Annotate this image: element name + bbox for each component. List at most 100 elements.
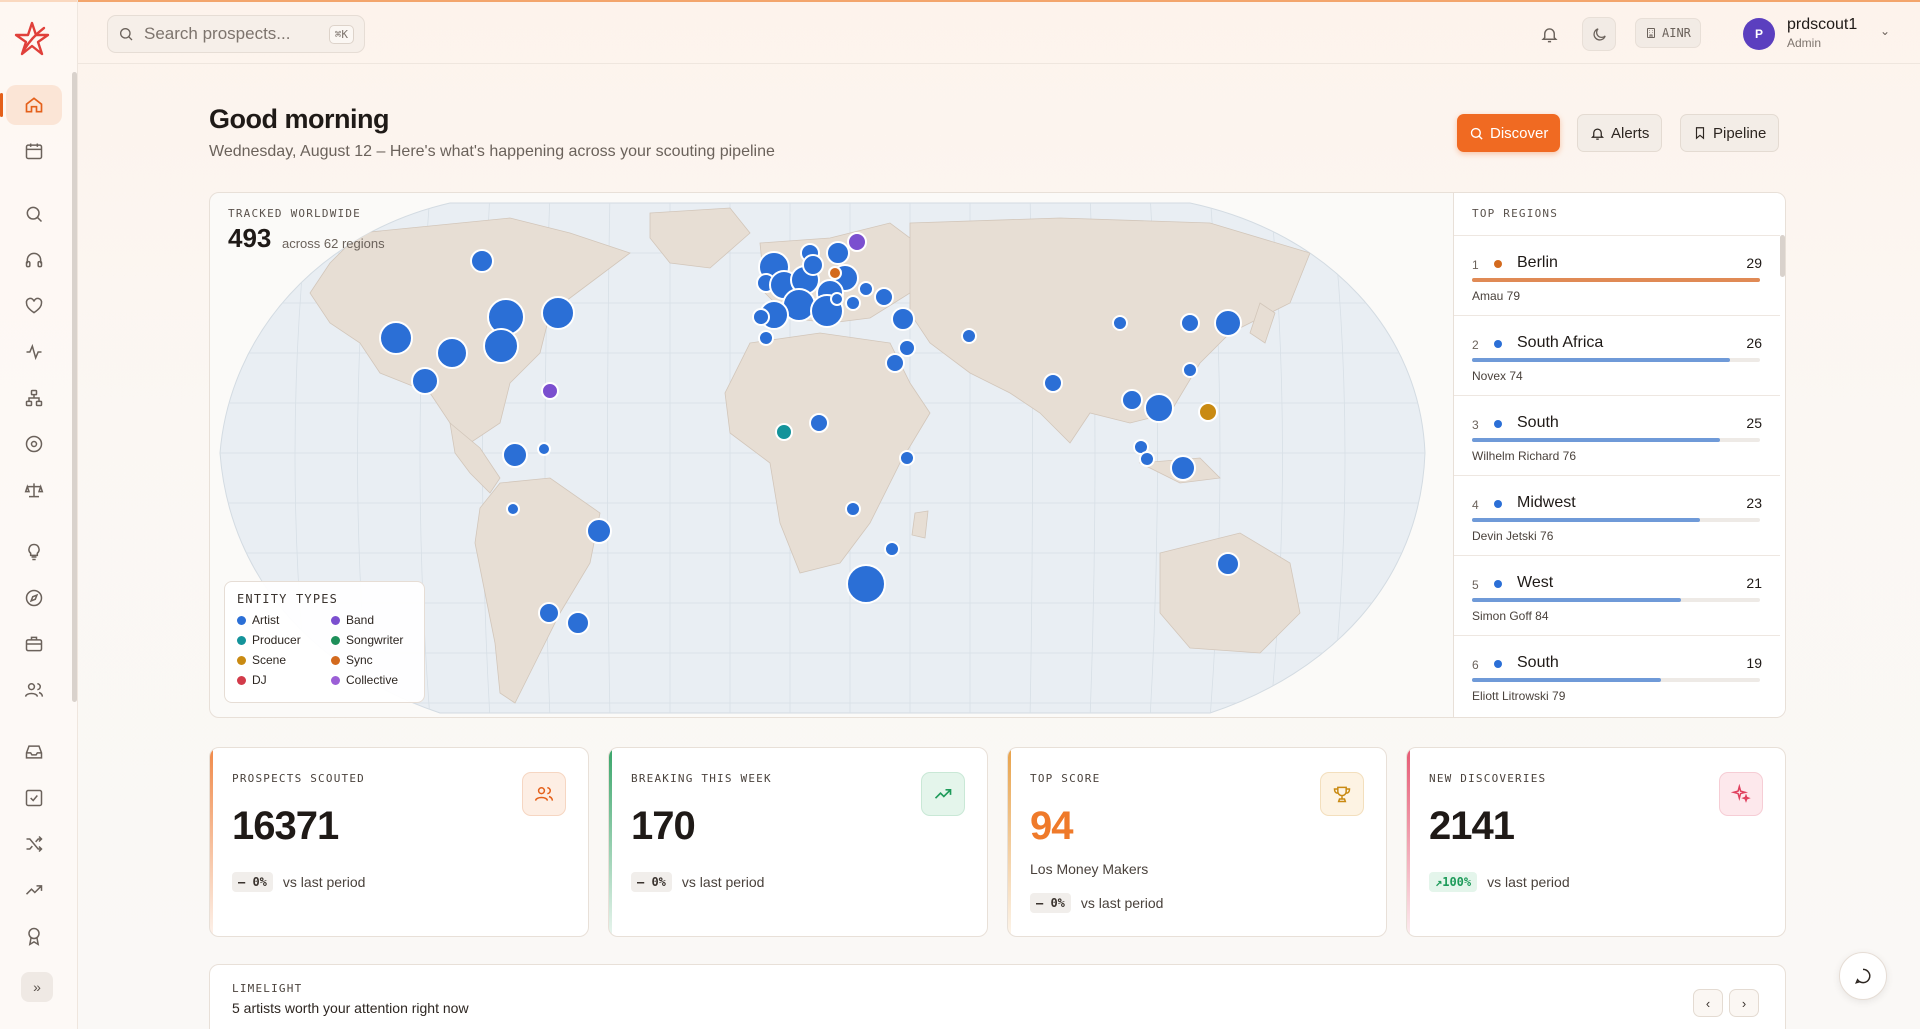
map-marker[interactable]: [1182, 362, 1198, 378]
stat-card-top-score[interactable]: TOP SCORE 94 Los Money Makers — 0% vs la…: [1007, 747, 1387, 937]
user-name[interactable]: prdscout1: [1787, 16, 1857, 34]
nav-team[interactable]: [6, 670, 62, 710]
notifications-button[interactable]: [1532, 17, 1566, 51]
map-marker[interactable]: [541, 296, 575, 330]
map-marker[interactable]: [1214, 309, 1242, 337]
nav-activity[interactable]: [6, 332, 62, 372]
chat-button[interactable]: [1839, 952, 1887, 1000]
map-marker[interactable]: [1144, 393, 1174, 423]
currency-selector[interactable]: AINR: [1635, 18, 1701, 48]
map-marker[interactable]: [802, 254, 824, 276]
map-marker[interactable]: [846, 564, 886, 604]
map-marker[interactable]: [586, 518, 612, 544]
nav-home[interactable]: [0, 85, 62, 125]
map-marker[interactable]: [891, 307, 915, 331]
alerts-button[interactable]: Alerts: [1577, 114, 1663, 152]
search-input[interactable]: Search prospects...: [144, 24, 319, 44]
nav-deals[interactable]: [6, 624, 62, 664]
nav-favorites[interactable]: [6, 286, 62, 326]
regions-scrollbar[interactable]: [1780, 235, 1785, 277]
sidebar-scrollbar[interactable]: [72, 72, 77, 702]
map-marker[interactable]: [1043, 373, 1063, 393]
map-marker[interactable]: [1112, 315, 1128, 331]
map-marker[interactable]: [1180, 313, 1200, 333]
map-marker[interactable]: [828, 266, 842, 280]
chevron-down-icon[interactable]: ⌄: [1880, 24, 1890, 38]
map-marker[interactable]: [379, 321, 413, 355]
map-marker[interactable]: [826, 241, 850, 265]
region-row[interactable]: 4 Midwest 23 Devin Jetski 76: [1454, 475, 1780, 555]
discover-button[interactable]: Discover: [1457, 114, 1561, 152]
nav-compare[interactable]: [6, 470, 62, 510]
map-marker[interactable]: [809, 413, 829, 433]
map-marker[interactable]: [1216, 552, 1240, 576]
nav-vinyl[interactable]: [6, 424, 62, 464]
map-marker[interactable]: [961, 328, 977, 344]
map-marker[interactable]: [885, 353, 905, 373]
nav-inbox[interactable]: [6, 732, 62, 772]
nav-search[interactable]: [6, 194, 62, 234]
map-marker[interactable]: [537, 442, 551, 456]
map-marker[interactable]: [502, 442, 528, 468]
map-marker[interactable]: [845, 295, 861, 311]
map-marker[interactable]: [758, 330, 774, 346]
map-marker[interactable]: [874, 287, 894, 307]
map-marker[interactable]: [1139, 451, 1155, 467]
map-marker[interactable]: [541, 382, 559, 400]
user-role: Admin: [1787, 36, 1822, 50]
avatar[interactable]: P: [1743, 18, 1775, 50]
region-row[interactable]: 1 Berlin 29 Amau 79: [1454, 235, 1780, 315]
expand-sidebar-button[interactable]: »: [21, 972, 53, 1002]
nav-calendar[interactable]: [6, 131, 62, 171]
nav-tasks[interactable]: [6, 778, 62, 818]
region-row[interactable]: 5 West 21 Simon Goff 84: [1454, 555, 1780, 635]
map-marker[interactable]: [847, 232, 867, 252]
nav-trends[interactable]: [6, 870, 62, 910]
map-marker[interactable]: [899, 450, 915, 466]
map-marker[interactable]: [506, 502, 520, 516]
headphones-icon: [25, 252, 43, 268]
map-marker[interactable]: [436, 337, 468, 369]
map-marker[interactable]: [858, 281, 874, 297]
limelight-prev-button[interactable]: ‹: [1693, 989, 1723, 1017]
stat-card-prospects[interactable]: PROSPECTS SCOUTED 16371 — 0% vs last per…: [209, 747, 589, 937]
map-marker[interactable]: [884, 541, 900, 557]
map-marker[interactable]: [898, 339, 916, 357]
region-name: South: [1517, 654, 1559, 671]
heart-icon: [25, 297, 43, 314]
app-logo-icon[interactable]: [14, 20, 50, 56]
nav-explore[interactable]: [6, 578, 62, 618]
map-marker[interactable]: [1198, 402, 1218, 422]
theme-toggle-button[interactable]: [1582, 17, 1616, 51]
map-marker[interactable]: [830, 292, 844, 306]
compass-icon: [25, 589, 43, 607]
map-marker[interactable]: [483, 328, 519, 364]
nav-network[interactable]: [6, 378, 62, 418]
nav-listen[interactable]: [6, 240, 62, 280]
map-marker[interactable]: [411, 367, 439, 395]
stat-card-new-discoveries[interactable]: NEW DISCOVERIES 2141 ↗100% vs last perio…: [1406, 747, 1786, 937]
nav-awards[interactable]: [6, 916, 62, 956]
stat-label: NEW DISCOVERIES: [1429, 772, 1547, 785]
region-row[interactable]: 6 South 19 Eliott Litrowski 79: [1454, 635, 1780, 715]
map-marker[interactable]: [1121, 389, 1143, 411]
map-marker[interactable]: [775, 423, 793, 441]
map-marker[interactable]: [752, 308, 770, 326]
map-marker[interactable]: [470, 249, 494, 273]
limelight-next-button[interactable]: ›: [1729, 989, 1759, 1017]
map-marker[interactable]: [538, 602, 560, 624]
nav-insights[interactable]: [6, 532, 62, 572]
region-row[interactable]: 2 South Africa 26 Novex 74: [1454, 315, 1780, 395]
stat-card-breaking[interactable]: BREAKING THIS WEEK 170 — 0% vs last peri…: [608, 747, 988, 937]
map-marker[interactable]: [566, 611, 590, 635]
region-bar-track: [1472, 278, 1760, 282]
nav-shuffle[interactable]: [6, 824, 62, 864]
region-row[interactable]: 3 South 25 Wilhelm Richard 76: [1454, 395, 1780, 475]
map-marker[interactable]: [845, 501, 861, 517]
region-rank: 1: [1472, 258, 1479, 272]
stat-value: 94: [1030, 804, 1073, 848]
pipeline-button[interactable]: Pipeline: [1680, 114, 1780, 152]
search-bar[interactable]: Search prospects... ⌘K: [107, 15, 365, 53]
map-marker[interactable]: [1170, 455, 1196, 481]
top-score-artist[interactable]: Los Money Makers: [1030, 861, 1148, 877]
